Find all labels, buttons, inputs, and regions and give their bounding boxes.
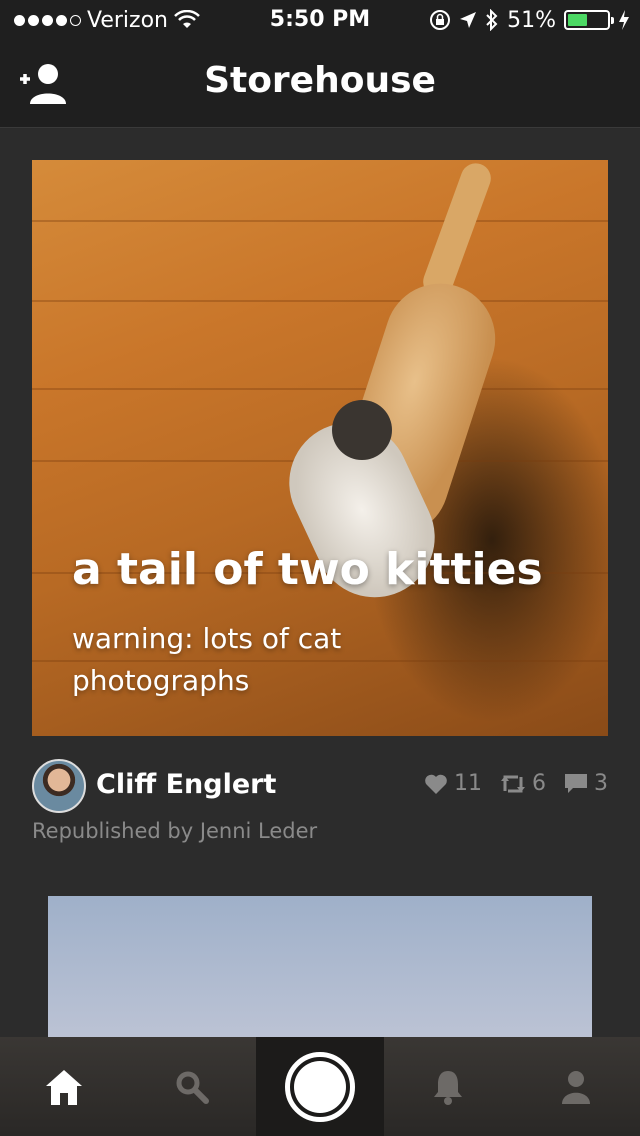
author-avatar[interactable] [32, 759, 86, 813]
next-story-image[interactable] [48, 896, 592, 1037]
tab-search[interactable] [128, 1037, 256, 1136]
story-feed[interactable]: a tail of two kitties warning: lots of c… [0, 129, 640, 1037]
story-stats: 11 6 3 [424, 771, 608, 796]
home-icon [46, 1069, 82, 1105]
comment-icon [565, 773, 587, 793]
comments-stat[interactable]: 3 [564, 771, 608, 796]
bluetooth-icon [486, 9, 498, 31]
cat-photo-shape [332, 400, 392, 460]
republished-by[interactable]: Republished by Jenni Leder [32, 819, 317, 843]
status-right: 51% [429, 0, 630, 40]
navigation-bar: Storehouse [0, 40, 640, 128]
reposts-count: 6 [532, 771, 546, 796]
bell-icon [434, 1070, 462, 1105]
person-icon [562, 1070, 590, 1104]
camera-shutter-icon [285, 1051, 355, 1122]
story-subtitle: warning: lots of cat photographs [72, 622, 342, 697]
status-bar: Verizon 5:50 PM 51% [0, 0, 640, 40]
repost-icon [501, 775, 525, 792]
tab-profile[interactable] [512, 1037, 640, 1136]
location-arrow-icon [460, 12, 477, 28]
reposts-stat[interactable]: 6 [500, 771, 546, 796]
story-meta: Cliff Englert 11 6 3 [32, 757, 608, 817]
cat-photo-shape [418, 160, 496, 301]
battery-percent: 51% [507, 7, 556, 33]
battery-level [568, 14, 588, 26]
author-name[interactable]: Cliff Englert [96, 769, 276, 800]
tab-home[interactable] [0, 1037, 128, 1136]
story-title: a tail of two kitties [72, 544, 543, 595]
search-icon [176, 1071, 209, 1104]
heart-icon [425, 774, 447, 794]
likes-count: 11 [454, 771, 482, 796]
battery-icon [564, 10, 614, 30]
tab-bar [0, 1037, 640, 1136]
app-title: Storehouse [204, 60, 436, 101]
comments-count: 3 [594, 771, 608, 796]
likes-stat[interactable]: 11 [424, 771, 482, 796]
rotation-lock-icon [430, 10, 451, 30]
story-cover-image[interactable]: a tail of two kitties warning: lots of c… [32, 160, 608, 736]
tab-notifications[interactable] [384, 1037, 512, 1136]
charging-bolt-icon [619, 10, 629, 30]
tab-camera[interactable] [256, 1037, 384, 1136]
